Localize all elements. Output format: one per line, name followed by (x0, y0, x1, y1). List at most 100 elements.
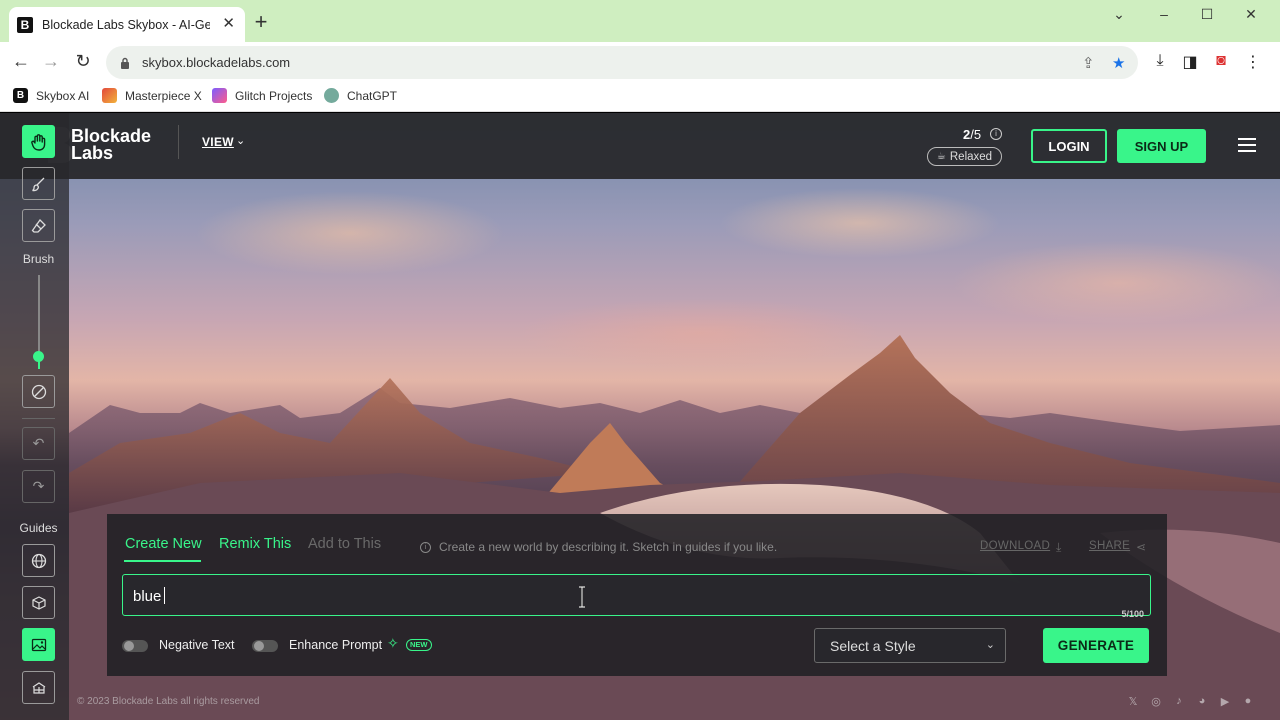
minimize-icon[interactable]: – (1152, 6, 1176, 22)
logo-wordmark[interactable]: Blockade Labs (71, 127, 151, 163)
sketch-toolbar: Brush ↶ ↷ Guides (0, 113, 69, 720)
prompt-panel: Create New Remix This Add to This i Crea… (107, 514, 1167, 676)
forward-arrow-icon[interactable]: → (39, 51, 63, 71)
x-icon[interactable]: 𝕏 (1126, 695, 1140, 708)
generation-quota: 2/5 (963, 127, 981, 142)
share-link[interactable]: SHARE (1089, 540, 1130, 552)
bookmark-label: Glitch Projects (235, 88, 313, 103)
sparkle-icon: ✧ (387, 635, 399, 651)
chevron-down-icon[interactable]: ⌄ (236, 134, 245, 147)
enhance-prompt-toggle[interactable] (252, 640, 278, 652)
header-divider (178, 125, 179, 159)
extension-icon[interactable]: ◙ (1211, 52, 1231, 70)
skybox-page: Blockade Labs VIEW ⌄ 2/5 i ☕ Relaxed LOGI… (0, 113, 1280, 720)
guide-globe-button[interactable] (22, 544, 55, 577)
download-link[interactable]: DOWNLOAD (980, 540, 1050, 552)
generate-button[interactable]: GENERATE (1043, 628, 1149, 663)
tab-favicon-icon: B (17, 16, 33, 33)
clear-canvas-button[interactable] (22, 375, 55, 408)
url-text: skybox.blockadelabs.com (142, 55, 291, 70)
browser-menu-icon[interactable]: ⋮ (1243, 52, 1263, 72)
pan-hand-tool[interactable] (22, 125, 55, 158)
copyright-text: © 2023 Blockade Labs all rights reserved (77, 696, 260, 707)
enhance-prompt-label: Enhance Prompt (289, 638, 383, 652)
undo-icon: ↶ (32, 435, 45, 451)
download-icon[interactable]: ⤓ (1056, 540, 1061, 555)
masterpiece-icon (102, 88, 117, 103)
image-icon (31, 638, 46, 651)
quota-total: /5 (970, 127, 982, 142)
tab-close-icon[interactable]: ✕ (222, 16, 235, 32)
browser-tab-strip: B Blockade Labs Skybox - AI-Gene ✕ + ⌄ –… (0, 0, 1280, 42)
tab-create-new[interactable]: Create New (125, 536, 202, 552)
hand-icon (30, 133, 45, 151)
bookmark-star-icon[interactable]: ★ (1112, 54, 1125, 72)
guide-room-button[interactable] (22, 671, 55, 704)
bookmark-chatgpt[interactable]: ChatGPT (324, 88, 397, 103)
brush-size-handle[interactable] (33, 351, 44, 362)
discord-icon[interactable]: ◕ (1195, 695, 1209, 707)
bookmark-glitch[interactable]: Glitch Projects (212, 88, 312, 103)
new-tab-icon[interactable]: + (250, 11, 272, 33)
hamburger-menu-icon[interactable] (1238, 138, 1256, 152)
guide-cube-button[interactable] (22, 586, 55, 619)
style-placeholder: Select a Style (830, 637, 916, 654)
window-close-icon[interactable]: ✕ (1239, 6, 1263, 23)
app-header: Blockade Labs VIEW ⌄ 2/5 i ☕ Relaxed LOGI… (0, 113, 1280, 179)
guides-label: Guides (19, 521, 58, 535)
lock-icon (118, 57, 132, 69)
tool-divider (22, 418, 55, 419)
globe-icon (31, 553, 46, 568)
prompt-text: blue (133, 588, 162, 605)
text-cursor-icon (579, 586, 585, 608)
chevron-down-icon: ⌄ (985, 639, 995, 651)
logo-line2: Labs (71, 143, 114, 163)
bookmark-label: Masterpiece X (125, 88, 202, 103)
chatgpt-icon (324, 88, 339, 103)
back-arrow-icon[interactable]: ← (9, 51, 33, 71)
tab-remix-this[interactable]: Remix This (219, 536, 291, 552)
login-button[interactable]: LOGIN (1031, 129, 1107, 163)
tab-add-to-this[interactable]: Add to This (308, 536, 381, 552)
new-badge: NEW (406, 639, 432, 651)
eraser-tool[interactable] (22, 209, 55, 242)
negative-text-label: Negative Text (159, 638, 235, 652)
signup-button[interactable]: SIGN UP (1117, 129, 1206, 163)
brush-label: Brush (22, 252, 55, 266)
browser-toolbar: ← → ↻ skybox.blockadelabs.com ⇪ ★ ⤓ ◨ ◙ … (0, 42, 1280, 82)
undo-button[interactable]: ↶ (22, 427, 55, 460)
info-icon[interactable]: i (990, 128, 1002, 140)
browser-tab[interactable]: B Blockade Labs Skybox - AI-Gene ✕ (9, 7, 245, 42)
brush-icon (31, 177, 44, 191)
prompt-input[interactable]: blue 5/100 (122, 574, 1151, 619)
share-icon[interactable]: ⋖ (1136, 540, 1146, 554)
prohibited-icon (31, 384, 46, 399)
hint-text: Create a new world by describing it. Ske… (439, 540, 778, 554)
bookmark-skybox[interactable]: B Skybox AI (13, 88, 89, 103)
bookmark-masterpiece[interactable]: Masterpiece X (102, 88, 202, 103)
share-page-icon[interactable]: ⇪ (1082, 54, 1095, 72)
mode-badge[interactable]: ☕ Relaxed (927, 147, 1002, 166)
guide-image-button[interactable] (22, 628, 55, 661)
room-icon (32, 681, 45, 694)
style-select[interactable]: Select a Style ⌄ (814, 628, 1006, 663)
prompt-value[interactable]: blue (133, 587, 166, 605)
negative-text-toggle[interactable] (122, 640, 148, 652)
maximize-icon[interactable]: ☐ (1195, 6, 1219, 23)
reload-icon[interactable]: ↻ (71, 51, 95, 71)
reddit-icon[interactable]: ● (1241, 695, 1255, 707)
brush-tool[interactable] (22, 167, 55, 200)
instagram-icon[interactable]: ◎ (1149, 695, 1163, 708)
view-menu-button[interactable]: VIEW (202, 135, 234, 149)
tab-title: Blockade Labs Skybox - AI-Gene (42, 17, 210, 32)
address-bar[interactable]: skybox.blockadelabs.com ⇪ ★ (106, 46, 1138, 79)
redo-button[interactable]: ↷ (22, 470, 55, 503)
tiktok-icon[interactable]: ♪ (1172, 695, 1186, 707)
side-panel-icon[interactable]: ◨ (1180, 52, 1200, 72)
eraser-icon (31, 218, 46, 233)
youtube-icon[interactable]: ▶ (1218, 695, 1232, 708)
tab-search-chevron-icon[interactable]: ⌄ (1107, 6, 1131, 23)
mode-label: Relaxed (949, 150, 993, 163)
cube-icon (31, 595, 46, 610)
download-icon[interactable]: ⤓ (1150, 52, 1170, 70)
